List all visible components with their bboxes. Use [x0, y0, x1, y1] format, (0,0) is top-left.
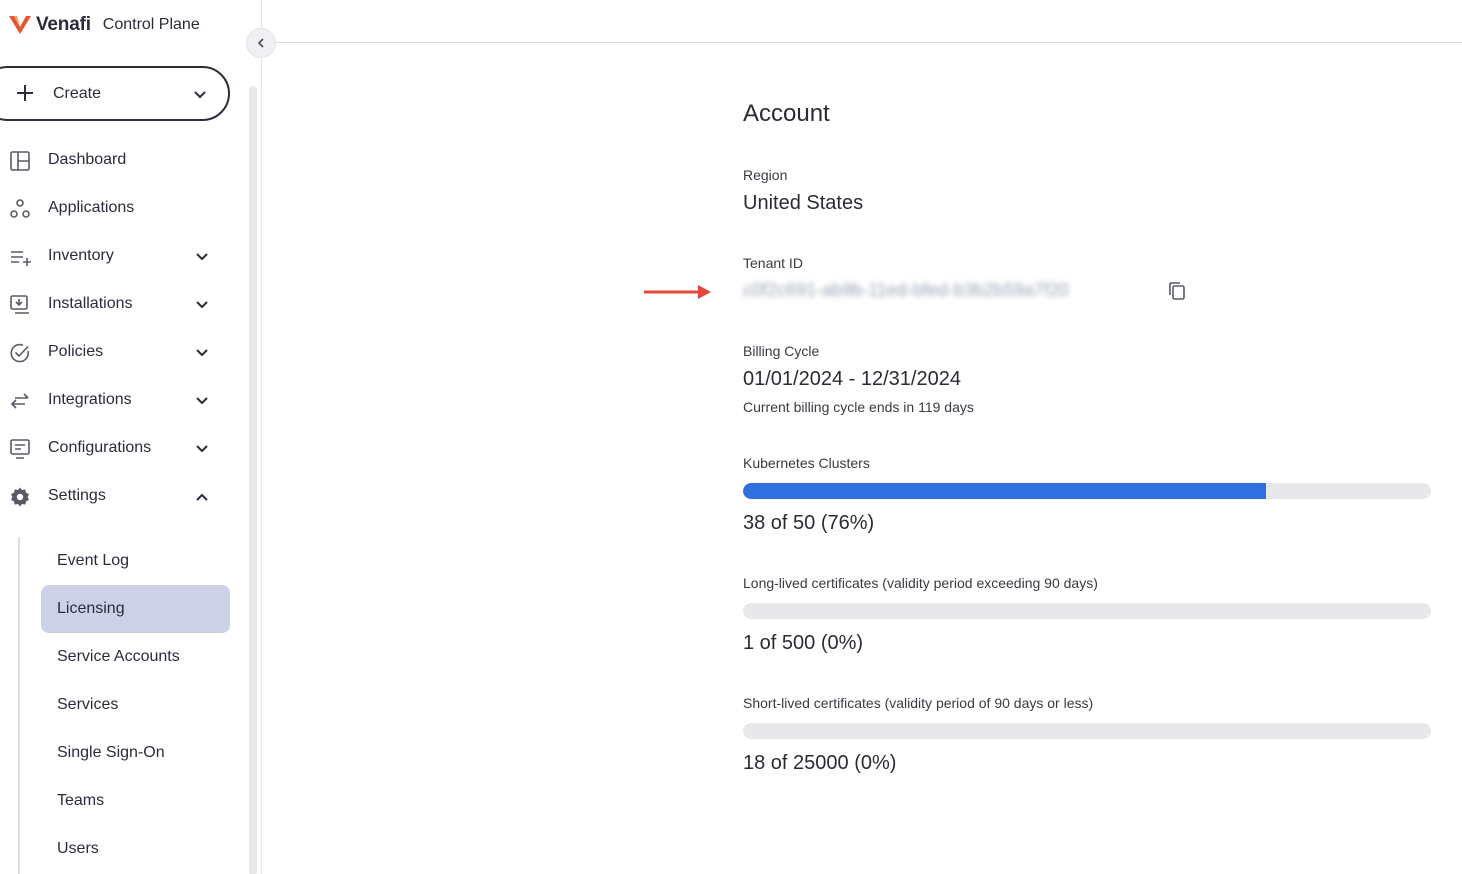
sidebar-subitem-single-sign-on[interactable]: Single Sign-On — [20, 729, 233, 777]
region-value: United States — [743, 192, 864, 214]
sidebar-item-inventory[interactable]: Inventory — [0, 233, 240, 281]
sidebar-subitem-services[interactable]: Services — [20, 681, 233, 729]
sidebar-item-settings[interactable]: Settings — [0, 473, 240, 521]
usage-progress-bar — [743, 603, 1431, 619]
sidebar-item-policies[interactable]: Policies — [0, 329, 240, 377]
sidebar-scrollbar[interactable] — [249, 86, 257, 874]
chevron-left-icon — [257, 38, 264, 48]
applications-icon — [10, 199, 30, 218]
tenant-id-value: c0f2c691-ab9b-11ed-bfed-b3b2b59a7f20 — [743, 280, 1069, 300]
sidebar-subitem-service-accounts[interactable]: Service Accounts — [20, 633, 233, 681]
subitem-label: Teams — [57, 792, 105, 809]
billing-cycle-note: Current billing cycle ends in 119 days — [743, 399, 974, 415]
page-title: Account — [743, 100, 830, 127]
subitem-label: Service Accounts — [57, 648, 180, 665]
inventory-icon — [11, 251, 31, 266]
sidebar-subitem-users[interactable]: Users — [20, 825, 233, 873]
sidebar-item-label: Inventory — [48, 247, 114, 264]
brand-subtitle: Control Plane — [102, 16, 200, 33]
sidebar-subitem-event-log[interactable]: Event Log — [20, 537, 233, 585]
installations-icon — [10, 295, 29, 314]
settings-subnav: Event Log Licensing Service Accounts Ser… — [18, 537, 233, 874]
sidebar-item-label: Settings — [48, 487, 106, 504]
brand-name: Venafi — [36, 14, 91, 35]
sidebar-item-label: Applications — [48, 199, 135, 216]
sidebar-item-label: Configurations — [48, 439, 152, 456]
chevron-down-icon[interactable] — [195, 394, 209, 408]
usage-progress-fill — [743, 483, 1266, 499]
chevron-up-icon[interactable] — [195, 490, 209, 504]
sidebar-item-label: Integrations — [48, 391, 132, 408]
region-label: Region — [743, 167, 788, 183]
usage-label: Kubernetes Clusters — [743, 455, 870, 471]
plus-icon — [17, 85, 33, 101]
collapse-sidebar-button[interactable] — [246, 28, 276, 58]
sidebar-item-label: Policies — [48, 343, 104, 360]
usage-value: 38 of 50 (76%) — [743, 512, 875, 534]
subitem-label: Users — [57, 840, 99, 857]
sidebar-subitem-licensing[interactable]: Licensing — [20, 585, 233, 633]
annotation-arrow-icon — [644, 285, 711, 299]
sidebar-item-label: Dashboard — [48, 151, 127, 168]
create-button-label: Create — [53, 85, 102, 102]
venafi-logo-icon — [9, 16, 31, 34]
subitem-label: Event Log — [57, 552, 130, 569]
brand-logo[interactable]: Venafi Control Plane — [8, 12, 200, 38]
usage-value: 18 of 25000 (0%) — [743, 752, 897, 774]
sidebar-item-configurations[interactable]: Configurations — [0, 425, 240, 473]
subitem-label: Licensing — [57, 600, 125, 617]
usage-label: Long-lived certificates (validity period… — [743, 575, 1098, 591]
usage-progress-bar — [743, 483, 1431, 499]
sidebar: Venafi Control Plane Create Dashboard Ap… — [0, 0, 262, 874]
sidebar-subitem-teams[interactable]: Teams — [20, 777, 233, 825]
sidebar-item-dashboard[interactable]: Dashboard — [0, 137, 240, 185]
tenant-id-label: Tenant ID — [743, 255, 803, 271]
chevron-down-icon[interactable] — [195, 442, 209, 456]
chevron-down-icon[interactable] — [195, 346, 209, 360]
create-button[interactable]: Create — [0, 66, 230, 121]
dashboard-icon — [10, 151, 30, 171]
sidebar-item-integrations[interactable]: Integrations — [0, 377, 240, 425]
usage-label: Short-lived certificates (validity perio… — [743, 695, 1094, 711]
usage-progress-bar — [743, 723, 1431, 739]
chevron-down-icon[interactable] — [195, 250, 209, 264]
subitem-label: Services — [57, 696, 119, 713]
integrations-icon — [10, 393, 29, 409]
copy-icon[interactable] — [1167, 281, 1187, 301]
billing-cycle-label: Billing Cycle — [743, 343, 820, 359]
configurations-icon — [10, 439, 30, 459]
chevron-down-icon[interactable] — [195, 298, 209, 312]
policies-icon — [10, 343, 30, 363]
usage-value: 1 of 500 (0%) — [743, 632, 864, 654]
sidebar-nav: Dashboard Applications Inventory Install… — [0, 137, 240, 521]
chevron-down-icon — [194, 91, 206, 99]
sidebar-item-applications[interactable]: Applications — [0, 185, 240, 233]
billing-cycle-value: 01/01/2024 - 12/31/2024 — [743, 368, 961, 390]
gear-icon — [11, 487, 29, 507]
subitem-label: Single Sign-On — [57, 744, 165, 761]
header-divider — [263, 42, 1462, 43]
sidebar-item-installations[interactable]: Installations — [0, 281, 240, 329]
sidebar-item-label: Installations — [48, 295, 133, 312]
